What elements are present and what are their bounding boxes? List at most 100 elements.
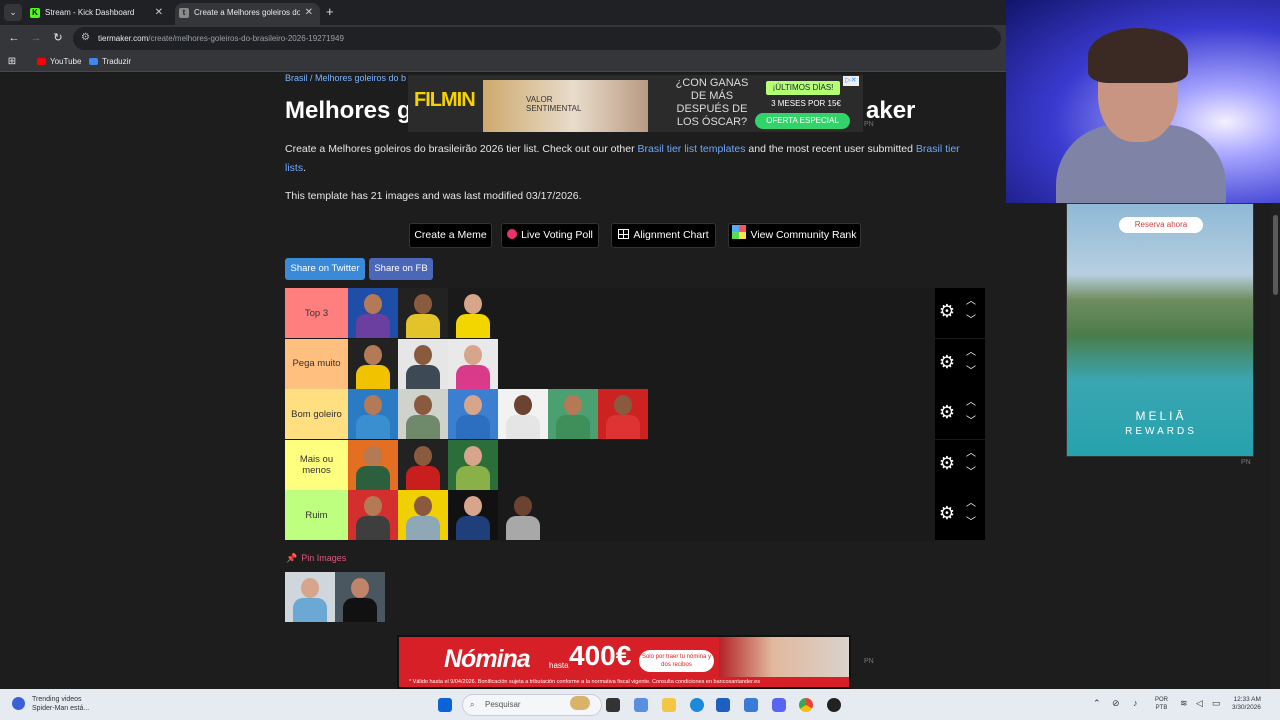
tier-label[interactable]: Bom goleiro <box>285 389 348 439</box>
tier-items[interactable] <box>348 338 935 389</box>
pool-image[interactable] <box>335 572 385 622</box>
close-icon[interactable]: ✕ <box>155 7 163 18</box>
gear-icon[interactable]: ⚙ <box>937 402 957 422</box>
tier-items[interactable] <box>348 288 935 338</box>
gear-icon[interactable]: ⚙ <box>937 453 957 473</box>
discord-icon[interactable] <box>772 698 786 712</box>
windows-start-icon[interactable] <box>438 698 452 712</box>
alignment-chart-button[interactable]: Alignment Chart <box>611 223 716 248</box>
tier-controls: ⚙ ︿ ﹀ <box>935 490 985 540</box>
microphone-icon[interactable]: ♪ <box>1133 698 1138 708</box>
reload-icon[interactable]: ↻ <box>50 30 66 46</box>
file-explorer-icon[interactable] <box>662 698 676 712</box>
goalkeeper-image[interactable] <box>398 338 448 389</box>
search-highlight-icon[interactable] <box>570 696 590 710</box>
chevron-up-icon[interactable]: ︿ <box>965 397 977 409</box>
tab-kick-dashboard[interactable]: K Stream - Kick Dashboard ✕ <box>25 3 170 25</box>
breadcrumb[interactable]: Brasil / Melhores goleiros do b <box>285 73 406 83</box>
goalkeeper-image[interactable] <box>448 288 498 338</box>
ad-offer-button[interactable]: OFERTA ESPECIAL <box>755 113 850 129</box>
ad-price: 3 MESES POR 15€ <box>771 99 841 108</box>
tab-tiermaker[interactable]: t Create a Melhores goleiros do b ✕ <box>175 3 320 25</box>
chevron-up-icon[interactable]: ︿ <box>965 347 977 359</box>
chevron-up-icon[interactable]: ︿ <box>965 498 977 510</box>
goalkeeper-image[interactable] <box>398 439 448 490</box>
top-ad-banner[interactable]: FILMIN VALOR SENTIMENTAL ¿CON GANAS DE M… <box>408 75 863 132</box>
gear-icon[interactable]: ⚙ <box>937 301 957 321</box>
tier-items[interactable] <box>348 389 935 439</box>
goalkeeper-image[interactable] <box>448 490 498 540</box>
share-fb-button[interactable]: Share on FB <box>369 258 433 280</box>
chrome-icon[interactable] <box>799 698 813 712</box>
chevron-up-icon[interactable]: ︿ <box>965 448 977 460</box>
back-icon[interactable]: ← <box>6 30 22 46</box>
camera-off-icon[interactable]: ⊘ <box>1112 698 1120 709</box>
new-tab-button[interactable]: + <box>326 4 334 19</box>
goalkeeper-image[interactable] <box>398 288 448 338</box>
bookmark-traduzir[interactable]: Traduzir <box>89 57 131 66</box>
chevron-down-icon[interactable]: ﹀ <box>965 315 977 327</box>
volume-icon[interactable]: ◁ <box>1196 698 1203 709</box>
goalkeeper-image[interactable] <box>448 338 498 389</box>
bookmark-youtube[interactable]: YouTube <box>37 57 81 66</box>
battery-icon[interactable]: ▭ <box>1212 698 1221 709</box>
goalkeeper-image[interactable] <box>548 389 598 439</box>
tier-label[interactable]: Top 3 <box>285 288 348 338</box>
language-indicator[interactable]: POR PTB <box>1155 696 1168 712</box>
goalkeeper-image[interactable] <box>448 439 498 490</box>
create-meme-button[interactable]: Create a Meme <box>409 223 492 248</box>
tab-title: Stream - Kick Dashboard <box>45 8 135 17</box>
goalkeeper-image[interactable] <box>448 389 498 439</box>
address-bar[interactable]: ⚙ tiermaker.com/create/melhores-goleiros… <box>73 27 1001 50</box>
chevron-down-icon[interactable]: ﹀ <box>965 517 977 529</box>
ad-title: Nómina <box>444 645 531 673</box>
tier-items[interactable] <box>348 439 935 490</box>
tier-label[interactable]: Ruim <box>285 490 348 540</box>
page-scrollbar[interactable] <box>1271 203 1280 689</box>
gear-icon[interactable]: ⚙ <box>937 352 957 372</box>
forward-icon[interactable]: → <box>28 30 44 46</box>
tier-items[interactable] <box>348 490 935 540</box>
side-ad-banner[interactable]: Reserva ahora MELIĀ REWARDS <box>1066 203 1254 457</box>
gear-icon[interactable]: ⚙ <box>937 503 957 523</box>
wifi-icon[interactable]: ≋ <box>1180 698 1188 709</box>
goalkeeper-image[interactable] <box>348 389 398 439</box>
copilot-icon[interactable] <box>634 698 648 712</box>
share-twitter-button[interactable]: Share on Twitter <box>285 258 365 280</box>
live-voting-poll-button[interactable]: Live Voting Poll <box>501 223 599 248</box>
goalkeeper-image[interactable] <box>398 490 448 540</box>
goalkeeper-image[interactable] <box>348 338 398 389</box>
tab-search-button[interactable]: ⌄ <box>4 4 22 21</box>
pin-images-label[interactable]: 📌 Pin Images <box>286 553 350 564</box>
scrollbar-thumb[interactable] <box>1273 215 1278 295</box>
edge-icon[interactable] <box>690 698 704 712</box>
apps-grid-icon[interactable]: ⊞ <box>4 54 20 70</box>
obs-icon[interactable] <box>827 698 841 712</box>
ad-choices-icon[interactable]: ▷✕ <box>843 76 859 86</box>
chevron-down-icon[interactable]: ﹀ <box>965 416 977 428</box>
goalkeeper-image[interactable] <box>498 490 548 540</box>
view-community-rank-button[interactable]: View Community Rank <box>728 223 861 248</box>
system-clock[interactable]: 12:33 AM 3/30/2026 <box>1232 696 1261 712</box>
pool-image[interactable] <box>285 572 335 622</box>
goalkeeper-image[interactable] <box>348 288 398 338</box>
goalkeeper-image[interactable] <box>348 490 398 540</box>
side-ad-button[interactable]: Reserva ahora <box>1119 217 1203 233</box>
task-view-icon[interactable] <box>606 698 620 712</box>
tier-label[interactable]: Mais ou menos <box>285 439 348 490</box>
bottom-ad-banner[interactable]: Nómina hasta 400€ Solo por traer tu nómi… <box>397 635 851 689</box>
goalkeeper-image[interactable] <box>598 389 648 439</box>
goalkeeper-image[interactable] <box>398 389 448 439</box>
goalkeeper-image[interactable] <box>498 389 548 439</box>
goalkeeper-image[interactable] <box>348 439 398 490</box>
chevron-up-icon[interactable]: ︿ <box>965 296 977 308</box>
app-icon[interactable] <box>744 698 758 712</box>
tier-label[interactable]: Pega muito <box>285 338 348 389</box>
close-icon[interactable]: ✕ <box>305 7 313 18</box>
chevron-up-icon[interactable]: ⌃ <box>1093 698 1101 709</box>
chevron-down-icon[interactable]: ﹀ <box>965 366 977 378</box>
chevron-down-icon[interactable]: ﹀ <box>965 467 977 479</box>
store-icon[interactable] <box>716 698 730 712</box>
site-info-icon[interactable]: ⚙ <box>81 32 90 43</box>
brasil-templates-link[interactable]: Brasil tier list templates <box>638 143 746 155</box>
